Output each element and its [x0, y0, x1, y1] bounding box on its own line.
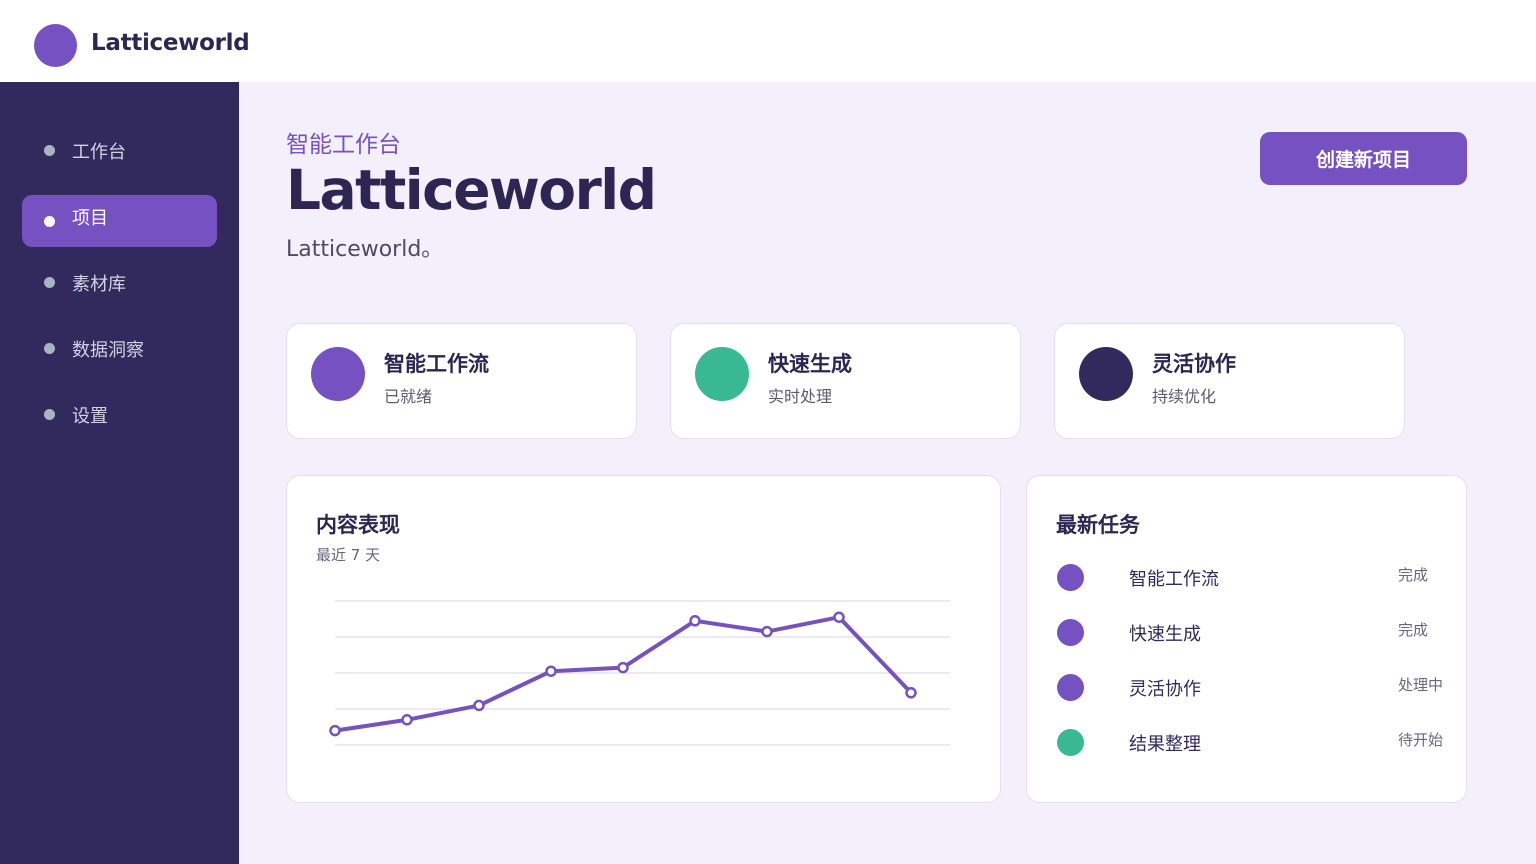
feature-card-status: 持续优化: [1152, 387, 1217, 406]
feature-card-collaborate[interactable]: 灵活协作 持续优化: [1054, 323, 1405, 439]
collaborate-icon: [1079, 347, 1133, 401]
chart-data-point[interactable]: [545, 665, 557, 677]
task-status-icon: [1057, 729, 1084, 756]
brand-name: Latticeworld: [91, 30, 250, 56]
task-name: 快速生成: [1129, 624, 1201, 645]
sidebar-item-label: 素材库: [72, 274, 126, 295]
line-chart: [329, 600, 950, 746]
logo-icon: [34, 24, 77, 67]
bullet-icon: [44, 216, 55, 227]
task-name: 结果整理: [1129, 734, 1201, 755]
bullet-icon: [44, 343, 55, 354]
bullet-icon: [44, 145, 55, 156]
sidebar-item-settings[interactable]: 设置: [22, 388, 217, 440]
feature-card-title: 智能工作流: [384, 352, 489, 376]
task-status-icon: [1057, 619, 1084, 646]
tasks-title: 最新任务: [1056, 513, 1140, 537]
sidebar-item-projects[interactable]: 项目: [22, 195, 217, 247]
task-name: 智能工作流: [1129, 569, 1219, 590]
feature-card-title: 灵活协作: [1152, 352, 1236, 376]
sidebar-item-label: 项目: [72, 208, 108, 229]
top-bar: Latticeworld: [0, 0, 1536, 82]
task-row[interactable]: 智能工作流 完成: [1056, 562, 1436, 592]
chart-data-point[interactable]: [905, 687, 917, 699]
bullet-icon: [44, 277, 55, 288]
sidebar-item-label: 数据洞察: [72, 340, 144, 361]
sidebar-item-assets[interactable]: 素材库: [22, 256, 217, 308]
chart-data-point[interactable]: [689, 615, 701, 627]
sidebar-item-label: 工作台: [72, 142, 126, 163]
task-status-icon: [1057, 564, 1084, 591]
workflow-icon: [311, 347, 365, 401]
task-status: 待开始: [1398, 731, 1444, 749]
generate-icon: [695, 347, 749, 401]
task-row[interactable]: 结果整理 待开始: [1056, 727, 1443, 757]
chart-series-line: [333, 615, 913, 733]
latest-tasks-panel: 最新任务 智能工作流 完成 快速生成 完成 灵活协作 处理中 结果整理 待开始: [1026, 475, 1467, 803]
task-status: 处理中: [1398, 676, 1444, 694]
chart-data-point[interactable]: [473, 699, 485, 712]
page-title: Latticeworld: [286, 158, 657, 222]
feature-card-title: 快速生成: [768, 352, 852, 376]
sidebar-item-insights[interactable]: 数据洞察: [22, 322, 217, 374]
task-row[interactable]: 快速生成 完成: [1056, 617, 1436, 647]
feature-card-workflow[interactable]: 智能工作流 已就绪: [286, 323, 637, 439]
task-name: 灵活协作: [1129, 679, 1201, 700]
chart-data-point[interactable]: [329, 724, 341, 737]
chart-data-point[interactable]: [833, 611, 845, 623]
task-row[interactable]: 灵活协作 处理中: [1056, 672, 1443, 702]
chart-data-point[interactable]: [761, 625, 773, 638]
create-project-button[interactable]: 创建新项目: [1260, 132, 1467, 185]
chart-data-point[interactable]: [401, 714, 413, 726]
feature-card-status: 已就绪: [384, 387, 433, 406]
chart-data-point[interactable]: [617, 661, 629, 674]
bullet-icon: [44, 409, 55, 420]
sidebar-item-label: 设置: [72, 406, 108, 427]
task-status: 完成: [1398, 566, 1429, 584]
task-status-icon: [1057, 674, 1084, 701]
sidebar: 工作台 项目 素材库 数据洞察 设置: [0, 82, 239, 864]
feature-card-status: 实时处理: [768, 387, 833, 406]
page-eyebrow: 智能工作台: [286, 132, 401, 158]
sidebar-item-workbench[interactable]: 工作台: [22, 124, 217, 176]
task-status: 完成: [1398, 621, 1429, 639]
feature-card-generate[interactable]: 快速生成 实时处理: [670, 323, 1021, 439]
content-performance-panel: 内容表现 最近 7 天: [286, 475, 1001, 803]
page-subtitle: Latticeworld。: [286, 237, 444, 262]
